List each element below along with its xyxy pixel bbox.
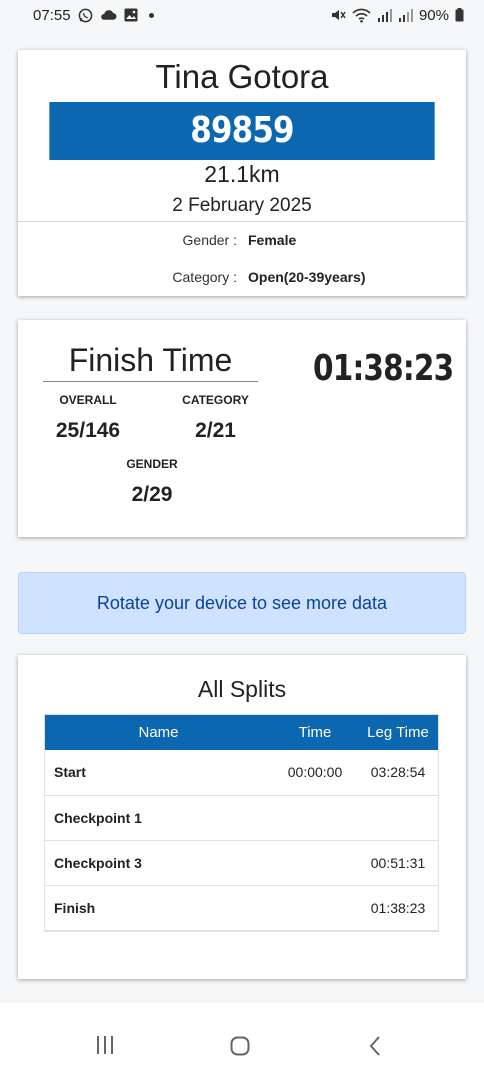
status-left: 07:55 [33,7,154,24]
split-leg-time: 01:38:23 [357,885,439,931]
split-leg-time: 03:28:54 [357,750,439,796]
overall-label: OVERALL [59,393,117,407]
navigation-bar [0,1003,484,1080]
category-row: Category : Open(20-39years) [18,269,466,285]
splits-table: Name Time Leg Time Start 00:00:00 03:28:… [44,714,439,931]
column-header-name: Name [44,714,273,750]
split-name: Checkpoint 1 [44,795,273,841]
status-right: 90% [331,7,464,24]
column-header-time: Time [273,714,357,750]
gender-label: Gender : [182,232,237,248]
gallery-icon [124,8,138,22]
split-name: Checkpoint 3 [44,840,273,886]
split-name: Start [44,750,273,796]
gender-rank-label: GENDER [126,457,178,471]
split-time [273,795,357,841]
gender-row: Gender : Female [18,232,466,248]
status-bar: 07:55 90% [0,0,484,30]
race-date: 2 February 2025 [172,195,312,216]
gender-value: Female [248,232,297,248]
whatsapp-icon [78,8,93,23]
gender-rank-value: 2/29 [131,483,173,506]
mute-icon [331,8,346,22]
category-rank-value: 2/21 [195,419,236,442]
category-value: Open(20-39years) [248,269,366,285]
finish-card: Finish Time 01:38:23 OVERALL 25/146 CATE… [18,320,466,537]
finish-title-underline [43,381,258,382]
race-distance: 21.1km [204,161,280,187]
battery-icon [455,8,464,22]
split-time [273,885,357,931]
signal-icon [398,8,413,22]
splits-card: All Splits Name Time Leg Time Start 00:0… [18,655,466,979]
category-rank-label: CATEGORY [182,393,249,407]
overall-value: 25/146 [55,419,121,442]
table-row: Checkpoint 1 [44,795,439,841]
athlete-card: Tina Gotora 89859 21.1km 2 February 2025… [18,50,466,296]
split-leg-time [357,795,439,841]
table-row: Checkpoint 3 00:51:31 [44,840,439,886]
battery-percent: 90% [418,6,449,24]
split-name: Finish [44,885,273,931]
rotate-device-alert: Rotate your device to see more data [18,572,466,634]
split-time [273,840,357,886]
splits-title: All Splits [197,676,287,702]
split-time: 00:00:00 [273,750,357,796]
dot-icon [148,12,154,18]
finish-title: Finish Time [68,342,233,378]
cloud-icon [100,9,117,21]
home-icon[interactable] [230,1036,250,1061]
status-time: 07:55 [33,6,71,24]
recent-apps-icon[interactable] [95,1036,115,1059]
split-leg-time: 00:51:31 [357,840,439,886]
column-header-leg-time: Leg Time [357,714,439,750]
athlete-name: Tina Gotora [155,58,329,95]
back-icon[interactable] [368,1036,382,1061]
table-row: Start 00:00:00 03:28:54 [44,750,439,796]
table-row: Finish 01:38:23 [44,885,439,931]
divider [18,221,466,222]
finish-time: 01:38:23 [313,348,454,389]
category-label: Category : [172,269,237,285]
wifi-icon [352,8,371,23]
signal-icon [377,8,392,22]
splits-header-row: Name Time Leg Time [44,714,439,750]
bib-number: 89859 [49,102,435,160]
